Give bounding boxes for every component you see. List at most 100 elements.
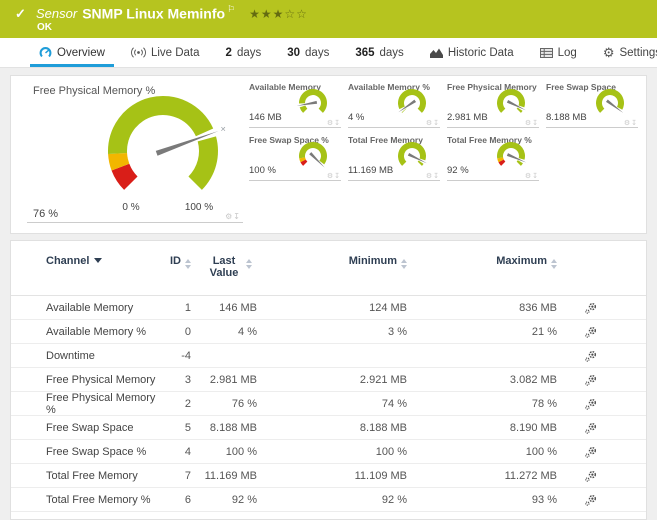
channel-name-cell: Downtime bbox=[46, 349, 95, 362]
last-value-cell: 100 % bbox=[225, 445, 257, 458]
mini-gauge-value: 100 % bbox=[249, 165, 276, 176]
mini-gauge-value: 4 % bbox=[348, 112, 365, 123]
pin-icon[interactable]: ↧ bbox=[532, 120, 539, 127]
sort-icon bbox=[401, 259, 407, 269]
minimum-cell: 2.921 MB bbox=[359, 373, 407, 386]
edit-channel-button[interactable] bbox=[562, 493, 646, 506]
maximum-cell: 21 % bbox=[531, 325, 557, 338]
minimum-cell: 11.109 MB bbox=[354, 469, 407, 482]
tab-number: 30 bbox=[287, 46, 301, 59]
edit-channel-button[interactable] bbox=[562, 421, 646, 434]
status-ok-check-icon: ✓ bbox=[15, 6, 26, 21]
edit-channel-button[interactable] bbox=[562, 445, 646, 458]
gadget-actions[interactable]: ⚙↧ bbox=[525, 119, 539, 127]
pin-icon[interactable]: ↧ bbox=[631, 120, 638, 127]
mini-gauge bbox=[397, 141, 427, 166]
maximum-cell: 11.272 MB bbox=[504, 469, 557, 482]
table-row: Free Physical Memory 3 2.981 MB 2.921 MB… bbox=[11, 368, 646, 392]
gadget-actions[interactable]: ⚙↧ bbox=[624, 119, 638, 127]
edit-channel-button[interactable] bbox=[562, 349, 646, 362]
sensor-title: SNMP Linux Meminfo bbox=[82, 5, 226, 22]
tab-overview[interactable]: Overview bbox=[26, 38, 118, 67]
edit-channel-button[interactable] bbox=[562, 373, 646, 386]
column-header-maximum[interactable]: Maximum bbox=[412, 255, 562, 269]
gadget-actions[interactable]: ⚙↧ bbox=[426, 119, 440, 127]
tab-live-data[interactable]: Live Data bbox=[118, 38, 213, 67]
edit-channel-button[interactable] bbox=[562, 398, 646, 410]
channel-name-cell: Free Physical Memory bbox=[46, 373, 156, 386]
last-value-cell: 146 MB bbox=[219, 301, 257, 314]
last-value-cell: 2.981 MB bbox=[209, 373, 257, 386]
mini-gauge-value: 146 MB bbox=[249, 112, 282, 123]
main-gauge-block: Free Physical Memory % ✕ 0 % 100 % 76 % … bbox=[27, 82, 243, 223]
tab-label: days bbox=[379, 46, 404, 59]
last-value-cell: 92 % bbox=[231, 493, 257, 506]
tab-number: 2 bbox=[225, 46, 232, 59]
gadget-actions[interactable]: ⚙↧ bbox=[525, 172, 539, 180]
channel-settings-gear-icon bbox=[585, 470, 597, 482]
column-header-channel[interactable]: Channel bbox=[46, 255, 166, 267]
table-row: Downtime -4 bbox=[11, 344, 646, 368]
mini-gauge-cell: Total Free Memory % 92 % ⚙↧ bbox=[447, 134, 539, 181]
pin-icon[interactable]: ↧ bbox=[233, 212, 241, 221]
tab-historic-data[interactable]: Historic Data bbox=[417, 38, 527, 67]
gadget-actions[interactable]: ⚙↧ bbox=[426, 172, 440, 180]
maximum-cell: 100 % bbox=[525, 445, 557, 458]
priority-stars[interactable]: ★★★☆☆ bbox=[249, 7, 308, 21]
id-cell: -4 bbox=[181, 349, 191, 362]
mini-gauge-value: 8.188 MB bbox=[546, 112, 587, 123]
pin-icon[interactable]: ↧ bbox=[433, 120, 440, 127]
id-cell: 7 bbox=[184, 469, 191, 482]
tab-label: Log bbox=[557, 46, 577, 59]
tab-label: days bbox=[305, 46, 330, 59]
gauge-scale-max: 100 % bbox=[184, 202, 214, 213]
mini-gauge-cell: Available Memory 146 MB ⚙↧ bbox=[249, 81, 341, 128]
edit-channel-button[interactable] bbox=[562, 301, 646, 314]
last-value-cell: 11.169 MB bbox=[204, 469, 257, 482]
column-header-minimum[interactable]: Minimum bbox=[262, 255, 412, 269]
sort-icon bbox=[185, 259, 191, 269]
edit-channel-button[interactable] bbox=[562, 469, 646, 482]
mini-gauge-value: 92 % bbox=[447, 165, 469, 176]
tab-2-days[interactable]: 2 days bbox=[213, 38, 275, 67]
last-value-cell: 8.188 MB bbox=[209, 421, 257, 434]
gauges-panel: Free Physical Memory % ✕ 0 % 100 % 76 % … bbox=[10, 75, 647, 234]
channel-name-cell: Total Free Memory % bbox=[46, 493, 151, 506]
gauge-icon bbox=[39, 47, 52, 58]
tab-30-days[interactable]: 30 days bbox=[274, 38, 342, 67]
channel-name-cell: Free Physical Memory % bbox=[46, 392, 156, 416]
gadget-actions[interactable]: ⚙↧ bbox=[327, 172, 341, 180]
edit-channel-button[interactable] bbox=[562, 325, 646, 338]
id-cell: 6 bbox=[184, 493, 191, 506]
channel-settings-gear-icon bbox=[585, 399, 597, 410]
tab-label: days bbox=[236, 46, 262, 59]
minimum-cell: 92 % bbox=[381, 493, 407, 506]
mini-gauge-cell: Free Swap Space % 100 % ⚙↧ bbox=[249, 134, 341, 181]
column-header-id[interactable]: ID bbox=[166, 255, 196, 269]
tab-365-days[interactable]: 365 days bbox=[342, 38, 416, 67]
gadget-actions[interactable]: ⚙↧ bbox=[225, 212, 241, 221]
broadcast-icon bbox=[131, 47, 146, 58]
tab-log[interactable]: Log bbox=[527, 38, 590, 67]
log-table-icon bbox=[539, 47, 553, 58]
tab-settings[interactable]: ⚙ Settings bbox=[590, 38, 657, 67]
id-cell: 1 bbox=[184, 301, 191, 314]
mini-gauge bbox=[398, 88, 427, 113]
sort-icon bbox=[246, 259, 252, 269]
pin-icon[interactable]: ↧ bbox=[433, 173, 440, 180]
gadget-actions[interactable]: ⚙↧ bbox=[327, 119, 341, 127]
channel-name-cell: Available Memory % bbox=[46, 325, 147, 338]
main-gauge-value: 76 % bbox=[33, 208, 59, 220]
minimum-cell: 8.188 MB bbox=[359, 421, 407, 434]
channel-settings-gear-icon bbox=[585, 494, 597, 506]
mini-gauge-value: 11.169 MB bbox=[348, 165, 394, 176]
id-cell: 0 bbox=[184, 325, 191, 338]
column-header-last-value[interactable]: Last Value bbox=[196, 255, 262, 279]
mini-gauge bbox=[496, 88, 526, 113]
pin-icon[interactable]: ↧ bbox=[334, 120, 341, 127]
pin-icon[interactable]: ↧ bbox=[532, 173, 539, 180]
mini-gauge-value: 2.981 MB bbox=[447, 112, 488, 123]
table-row: Total Free Memory 7 11.169 MB 11.109 MB … bbox=[11, 464, 646, 488]
pin-icon[interactable]: ↧ bbox=[334, 173, 341, 180]
last-value-cell: 76 % bbox=[231, 398, 257, 410]
